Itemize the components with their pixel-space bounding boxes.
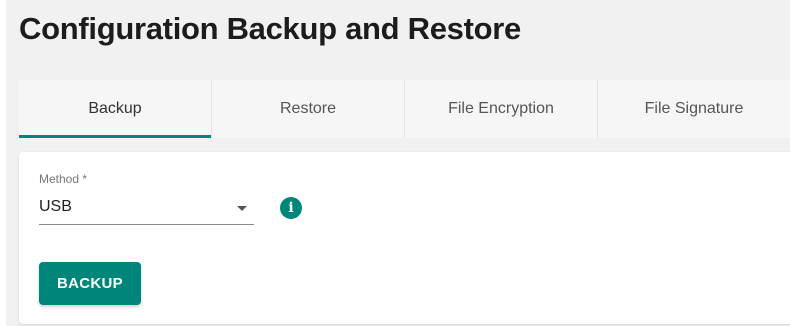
tab-restore[interactable]: Restore bbox=[212, 80, 405, 138]
info-icon[interactable]: i bbox=[280, 197, 302, 219]
method-select-value: USB bbox=[39, 198, 72, 215]
method-label: Method * bbox=[39, 172, 88, 186]
tab-file-signature[interactable]: File Signature bbox=[598, 80, 790, 138]
tab-bar: Backup Restore File Encryption File Sign… bbox=[19, 80, 790, 138]
page: Configuration Backup and Restore Backup … bbox=[0, 0, 790, 326]
method-field: Method * USB bbox=[39, 172, 254, 225]
left-gutter bbox=[0, 0, 6, 326]
chevron-down-icon bbox=[237, 206, 247, 211]
backup-button[interactable]: BACKUP bbox=[39, 262, 141, 305]
method-select[interactable]: USB bbox=[39, 190, 254, 225]
tab-backup[interactable]: Backup bbox=[19, 80, 212, 138]
tab-file-encryption[interactable]: File Encryption bbox=[405, 80, 598, 138]
backup-panel: Method * USB i BACKUP bbox=[19, 152, 790, 324]
page-title: Configuration Backup and Restore bbox=[19, 11, 521, 46]
